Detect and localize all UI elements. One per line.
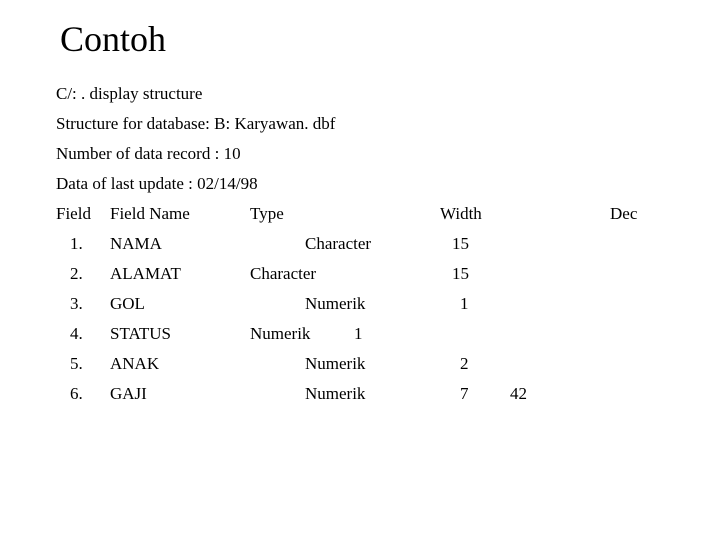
table-row: Character — [250, 264, 316, 284]
table-row: 3. — [70, 294, 83, 314]
text-line-2: Structure for database: B: Karyawan. dbf — [56, 114, 335, 134]
table-row: 7 — [460, 384, 469, 404]
table-row: 15 — [452, 264, 469, 284]
header-name: Field Name — [110, 204, 190, 224]
table-row: STATUS — [110, 324, 171, 344]
table-row: Numerik — [250, 324, 310, 344]
table-row: 4. — [70, 324, 83, 344]
table-row: ALAMAT — [110, 264, 181, 284]
header-field: Field — [56, 204, 91, 224]
header-dec: Dec — [610, 204, 637, 224]
table-row: NAMA — [110, 234, 162, 254]
table-row: 1. — [70, 234, 83, 254]
table-row: 6. — [70, 384, 83, 404]
table-row: 1 — [460, 294, 469, 314]
table-row: 1 — [354, 324, 363, 344]
text-line-3: Number of data record : 10 — [56, 144, 241, 164]
table-row: Numerik — [305, 354, 365, 374]
table-row: ANAK — [110, 354, 159, 374]
table-row: GAJI — [110, 384, 147, 404]
table-row: 15 — [452, 234, 469, 254]
text-line-4: Data of last update : 02/14/98 — [56, 174, 258, 194]
table-row: Numerik — [305, 294, 365, 314]
table-row: Character — [305, 234, 371, 254]
table-row: Numerik — [305, 384, 365, 404]
table-row: GOL — [110, 294, 145, 314]
table-row: 2. — [70, 264, 83, 284]
header-width: Width — [440, 204, 482, 224]
table-row: 2 — [460, 354, 469, 374]
table-row: 42 — [510, 384, 527, 404]
header-type: Type — [250, 204, 284, 224]
table-row: 5. — [70, 354, 83, 374]
slide-title: Contoh — [60, 18, 166, 60]
text-line-1: C/: . display structure — [56, 84, 202, 104]
